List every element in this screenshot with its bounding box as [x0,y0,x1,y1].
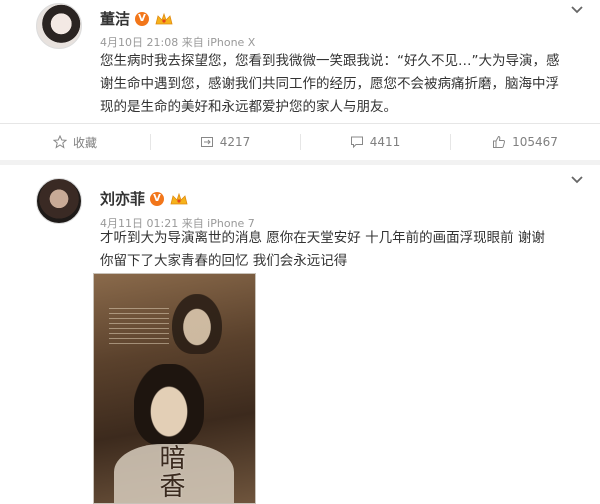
repost-count: 4217 [219,135,251,149]
movie-poster-image[interactable]: 暗香 [93,273,256,504]
chevron-down-icon[interactable] [570,5,584,15]
post-text: 才听到大为导演离世的消息 愿你在天堂安好 十几年前的画面浮现眼前 谢谢你留下了大… [100,230,545,269]
weibo-post: 刘亦菲 V 4月11日 01:21 来自 iPhone 7 才听到大为导演离世的… [0,165,600,504]
author-row: 董洁 V [100,8,174,29]
crown-icon [155,12,173,24]
verified-badge: V [150,191,165,206]
poster-title: 暗香 [155,444,185,500]
poster-caption-lines [109,304,169,344]
comment-count: 4411 [369,135,401,149]
post-text: 您生病时我去探望您，您看到我微微一笑跟我说：“好久不见…”大为导演，感谢生命中遇… [100,53,560,115]
action-bar: 收藏 4217 4411 105467 [0,124,600,160]
comment-button[interactable]: 4411 [300,124,450,160]
author-name[interactable]: 董洁 [100,8,130,29]
thumb-up-icon [493,135,506,148]
star-icon [52,135,67,149]
avatar[interactable] [36,178,82,224]
weibo-post: 董洁 V 4月10日 21:08 来自 iPhone X 您生病时我去探望您，您… [0,0,600,165]
author-name[interactable]: 刘亦菲 [100,188,145,209]
poster-figure-woman [172,294,222,354]
favorite-label: 收藏 [72,135,97,150]
author-row: 刘亦菲 V [100,188,189,209]
avatar[interactable] [36,3,82,49]
like-button[interactable]: 105467 [450,124,600,160]
crown-icon [170,192,188,204]
comment-icon [350,136,363,149]
repost-button[interactable]: 4217 [150,124,300,160]
like-count: 105467 [512,135,558,149]
post-meta: 4月10日 21:08 来自 iPhone X [100,36,256,49]
repost-icon [200,137,213,147]
favorite-button[interactable]: 收藏 [0,124,150,160]
verified-badge: V [135,11,150,26]
poster-figure-man [134,364,204,446]
chevron-down-icon[interactable] [570,175,584,185]
